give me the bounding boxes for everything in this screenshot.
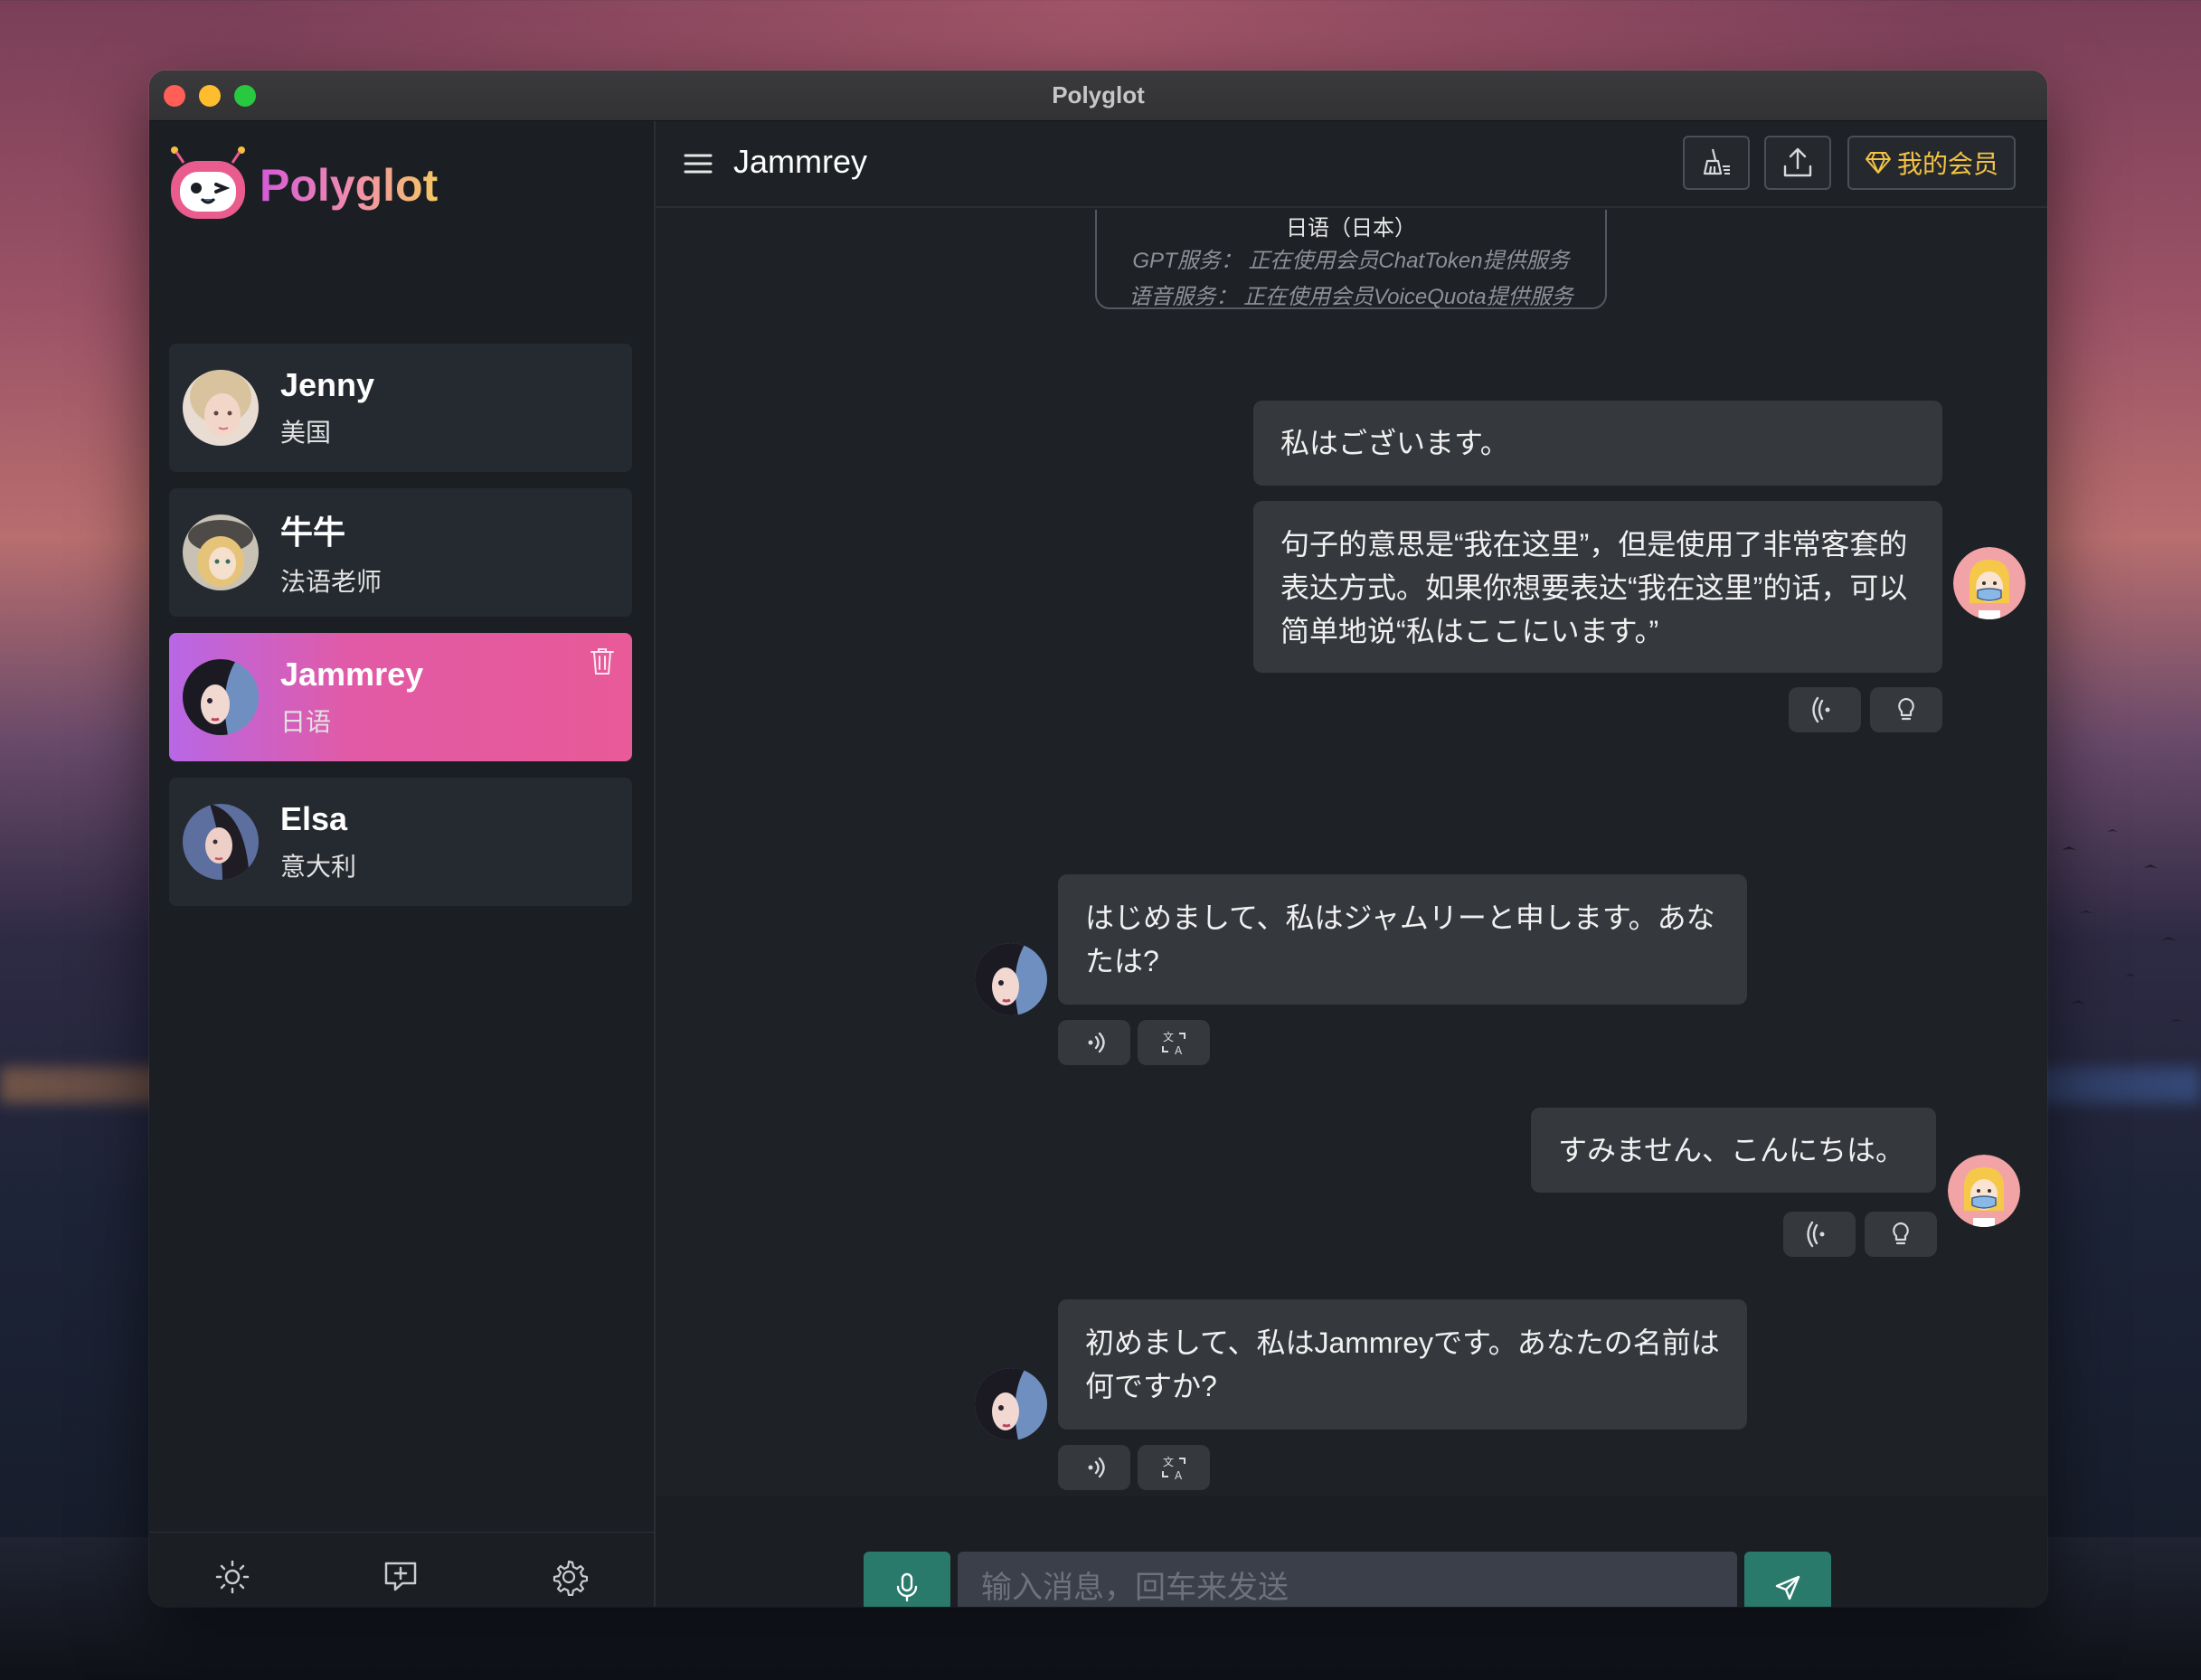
voice-service-status: 语音服务： 正在使用会员VoiceQuota提供服务 bbox=[1129, 285, 1573, 309]
contact-info: 牛牛 法语老师 bbox=[280, 506, 382, 599]
lightbulb-icon bbox=[1893, 1222, 1909, 1245]
message-text: 私はございます。 bbox=[1280, 427, 1509, 459]
broom-icon bbox=[1703, 148, 1730, 175]
message-text: 句子的意思是“我在这里”，但是使用了非常客套的表达方式。如果你想要表达“我在这里… bbox=[1280, 528, 1908, 647]
microphone-icon bbox=[896, 1572, 918, 1602]
svg-text:A: A bbox=[1175, 1044, 1183, 1057]
play-audio-button[interactable] bbox=[1058, 1445, 1130, 1490]
contact-language: 意大利 bbox=[280, 853, 357, 881]
translate-button[interactable]: 文 A bbox=[1138, 1445, 1210, 1490]
sidebar: Polyglot Jenny 美国 牛牛 法语老师 Jammrey 日语 Els… bbox=[149, 121, 656, 1607]
add-chat-icon bbox=[384, 1562, 417, 1591]
membership-label: 我的会员 bbox=[1896, 150, 1998, 178]
chat-panel: Jammrey 我的会员 日语（日本） GPT服务： 正在使用会员ChatTok… bbox=[656, 121, 2047, 1607]
translate-button[interactable]: 文 A bbox=[1138, 1020, 1210, 1065]
contact-language: 法语老师 bbox=[280, 568, 383, 596]
avatar bbox=[183, 804, 259, 880]
contact-language: 日语 bbox=[280, 708, 332, 736]
message-text: 初めまして、私はJammreyです。あなたの名前は何ですか? bbox=[1085, 1326, 1720, 1402]
bot-message: はじめまして、私はジャムリーと申します。あなたは? bbox=[1058, 874, 1747, 1005]
play-audio-button[interactable] bbox=[1058, 1020, 1130, 1065]
contact-name: 牛牛 bbox=[280, 514, 346, 551]
voice-waves-icon bbox=[1812, 696, 1830, 723]
hint-button[interactable] bbox=[1865, 1212, 1937, 1257]
message-text: はじめまして、私はジャムリーと申します。あなたは? bbox=[1085, 901, 1715, 977]
robot-mascot-icon bbox=[171, 146, 245, 219]
user-message: すみません、こんにちは。 bbox=[1531, 1108, 1936, 1193]
contact-info: Elsa 意大利 bbox=[280, 800, 356, 883]
speak-button[interactable] bbox=[1789, 687, 1861, 732]
svg-text:文: 文 bbox=[1163, 1030, 1174, 1043]
translate-icon: 文 A bbox=[1162, 1030, 1186, 1057]
message-text: すみません、こんにちは。 bbox=[1558, 1134, 1905, 1166]
sidebar-footer-divider bbox=[149, 1532, 654, 1533]
contact-elsa[interactable]: Elsa 意大利 bbox=[169, 778, 632, 906]
voice-input-button[interactable] bbox=[864, 1552, 950, 1607]
window-controls bbox=[164, 85, 256, 107]
avatar bbox=[183, 514, 259, 590]
upload-icon bbox=[1783, 147, 1812, 177]
settings-button[interactable] bbox=[540, 1548, 598, 1606]
user-avatar bbox=[1953, 547, 2026, 619]
speak-button[interactable] bbox=[1783, 1212, 1856, 1257]
bot-avatar bbox=[975, 1368, 1047, 1440]
gpt-service-status: GPT服务： 正在使用会员ChatToken提供服务 bbox=[1132, 249, 1570, 273]
contact-name: Jammrey bbox=[280, 656, 424, 693]
theme-toggle-button[interactable] bbox=[203, 1548, 261, 1606]
send-icon bbox=[1775, 1575, 1800, 1600]
hint-button[interactable] bbox=[1870, 687, 1942, 732]
chat-header: Jammrey 我的会员 bbox=[656, 121, 2047, 208]
contact-jenny[interactable]: Jenny 美国 bbox=[169, 344, 632, 472]
maximize-window-button[interactable] bbox=[234, 85, 256, 107]
lightbulb-icon bbox=[1898, 697, 1914, 721]
contact-name: Jenny bbox=[280, 366, 375, 403]
close-window-button[interactable] bbox=[164, 85, 185, 107]
app-name: Polyglot bbox=[260, 160, 439, 211]
user-message: 句子的意思是“我在这里”，但是使用了非常客套的表达方式。如果你想要表达“我在这里… bbox=[1253, 501, 1942, 673]
contact-info: Jenny 美国 bbox=[280, 366, 374, 449]
svg-text:文: 文 bbox=[1163, 1455, 1174, 1468]
new-chat-button[interactable] bbox=[372, 1548, 430, 1606]
translate-icon: 文 A bbox=[1162, 1455, 1186, 1482]
avatar bbox=[183, 370, 259, 446]
gear-icon bbox=[553, 1560, 588, 1596]
desktop-birds-decoration bbox=[2062, 829, 2183, 1022]
avatar bbox=[183, 659, 259, 735]
trash-icon[interactable] bbox=[589, 646, 616, 676]
contact-name: Elsa bbox=[280, 800, 348, 837]
contact-language: 美国 bbox=[280, 419, 332, 447]
bot-avatar bbox=[975, 943, 1047, 1015]
message-list[interactable]: 日语（日本） GPT服务： 正在使用会员ChatToken提供服务 语音服务： … bbox=[656, 210, 2047, 1496]
user-avatar bbox=[1948, 1155, 2020, 1227]
export-button[interactable] bbox=[1764, 136, 1831, 190]
bot-message: 初めまして、私はJammreyです。あなたの名前は何ですか? bbox=[1058, 1299, 1747, 1430]
message-input[interactable] bbox=[958, 1552, 1737, 1607]
contact-info: Jammrey 日语 bbox=[280, 656, 423, 739]
language-label: 日语（日本） bbox=[1286, 216, 1416, 241]
title-bar: Polyglot bbox=[149, 71, 2047, 121]
app-window: Polyglot Polyglot Jenny 美国 牛牛 法语老师 Jammr… bbox=[149, 71, 2047, 1607]
voice-waves-icon bbox=[1807, 1221, 1825, 1248]
contact-niuniu[interactable]: 牛牛 法语老师 bbox=[169, 488, 632, 617]
minimize-window-button[interactable] bbox=[199, 85, 221, 107]
svg-text:A: A bbox=[1175, 1469, 1183, 1482]
app-logo: Polyglot bbox=[167, 145, 438, 226]
diamond-icon bbox=[1865, 152, 1891, 174]
user-message: 私はございます。 bbox=[1253, 401, 1942, 486]
sun-icon bbox=[215, 1560, 250, 1594]
speaker-waves-icon bbox=[1088, 1457, 1105, 1478]
send-button[interactable] bbox=[1744, 1552, 1831, 1607]
service-info-card: 日语（日本） GPT服务： 正在使用会员ChatToken提供服务 语音服务： … bbox=[1095, 210, 1607, 309]
speaker-waves-icon bbox=[1088, 1032, 1105, 1053]
clear-chat-button[interactable] bbox=[1683, 136, 1750, 190]
window-title: Polyglot bbox=[1052, 81, 1145, 109]
contact-jammrey[interactable]: Jammrey 日语 bbox=[169, 633, 632, 761]
chat-title: Jammrey bbox=[733, 143, 868, 180]
membership-button[interactable]: 我的会员 bbox=[1847, 136, 2016, 190]
menu-icon[interactable] bbox=[683, 148, 713, 179]
